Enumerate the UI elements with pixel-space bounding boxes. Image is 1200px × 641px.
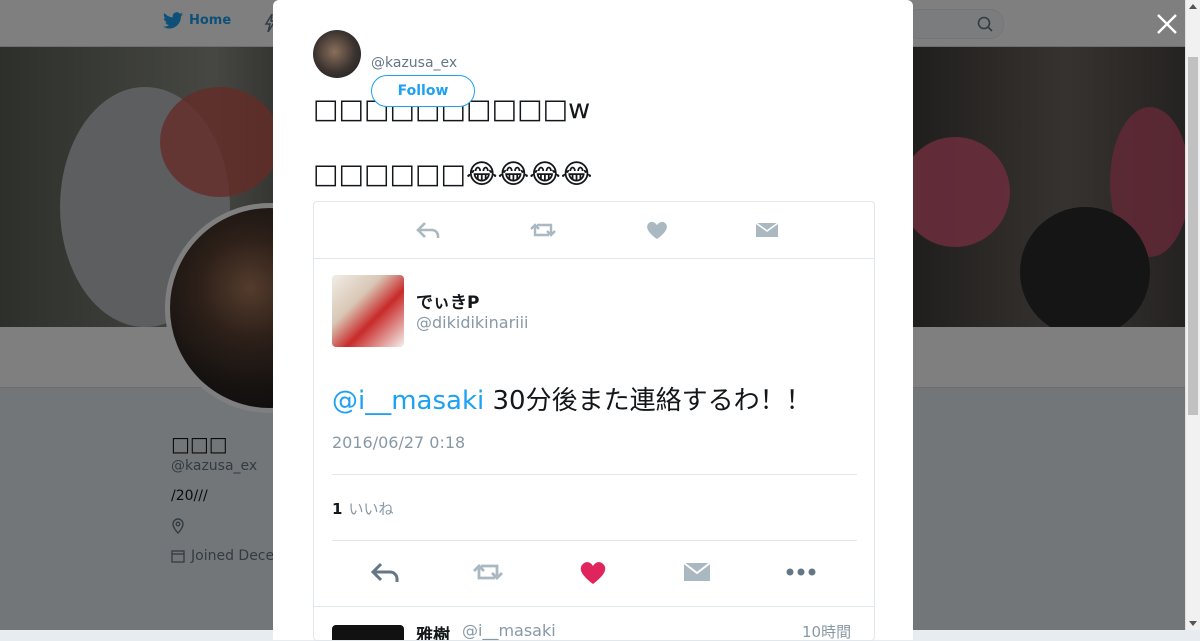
tweet-author-handle[interactable]: @kazusa_ex bbox=[371, 55, 457, 71]
scrollbar-thumb[interactable] bbox=[1188, 57, 1198, 415]
quoted-tweet-text: @i__masaki 30分後また連絡するわ！！ bbox=[332, 380, 812, 417]
message-icon bbox=[683, 562, 711, 581]
retweet-icon bbox=[530, 223, 556, 237]
quoted-action-bar-top bbox=[314, 202, 874, 259]
retweet-icon bbox=[473, 564, 503, 580]
tweet-text-line2: □□□□□□😂😂😂😂 bbox=[313, 159, 593, 190]
quoted-author-handle: @dikidikinariii bbox=[416, 313, 529, 332]
divider bbox=[332, 474, 857, 475]
quoted-text-body: 30分後また連絡するわ！！ bbox=[484, 386, 812, 416]
next-author-handle: @i__masaki bbox=[462, 621, 556, 640]
quoted-mention: @i__masaki bbox=[332, 386, 485, 416]
more-dots-icon bbox=[786, 568, 816, 576]
like-count-value: 1 bbox=[332, 500, 343, 518]
next-author-name: 雅樹 bbox=[416, 626, 450, 641]
divider bbox=[332, 540, 857, 541]
liked-heart-icon bbox=[580, 562, 606, 584]
scroll-up-arrow-icon[interactable] bbox=[1189, 4, 1197, 9]
quoted-screenshot: でぃきP @dikidikinariii @i__masaki 30分後また連絡… bbox=[313, 201, 875, 641]
reply-icon bbox=[416, 222, 440, 238]
quoted-author-name: でぃきP bbox=[416, 293, 480, 313]
quoted-author-avatar bbox=[332, 275, 404, 347]
follow-button[interactable]: Follow bbox=[371, 75, 475, 107]
next-author-avatar bbox=[332, 625, 404, 640]
tweet-modal: @kazusa_ex □□□□□□□□□□w Follow □□□□□□😂😂😂😂… bbox=[273, 0, 913, 641]
tweet-author-avatar[interactable] bbox=[313, 30, 361, 78]
quoted-tweet-date: 2016/06/27 0:18 bbox=[332, 433, 466, 452]
next-tweet-time: 10時間 bbox=[802, 623, 852, 641]
reply-icon bbox=[370, 562, 399, 582]
message-icon bbox=[755, 222, 779, 237]
like-count-label: いいね bbox=[348, 500, 394, 518]
close-icon[interactable] bbox=[1155, 12, 1179, 36]
quoted-like-count: 1 いいね bbox=[332, 498, 393, 519]
page-scrollbar[interactable] bbox=[1185, 0, 1200, 630]
scroll-down-arrow-icon[interactable] bbox=[1189, 621, 1197, 626]
heart-icon bbox=[647, 221, 667, 239]
next-tweet-row: 雅樹 @i__masaki 10時間 bbox=[314, 606, 874, 641]
